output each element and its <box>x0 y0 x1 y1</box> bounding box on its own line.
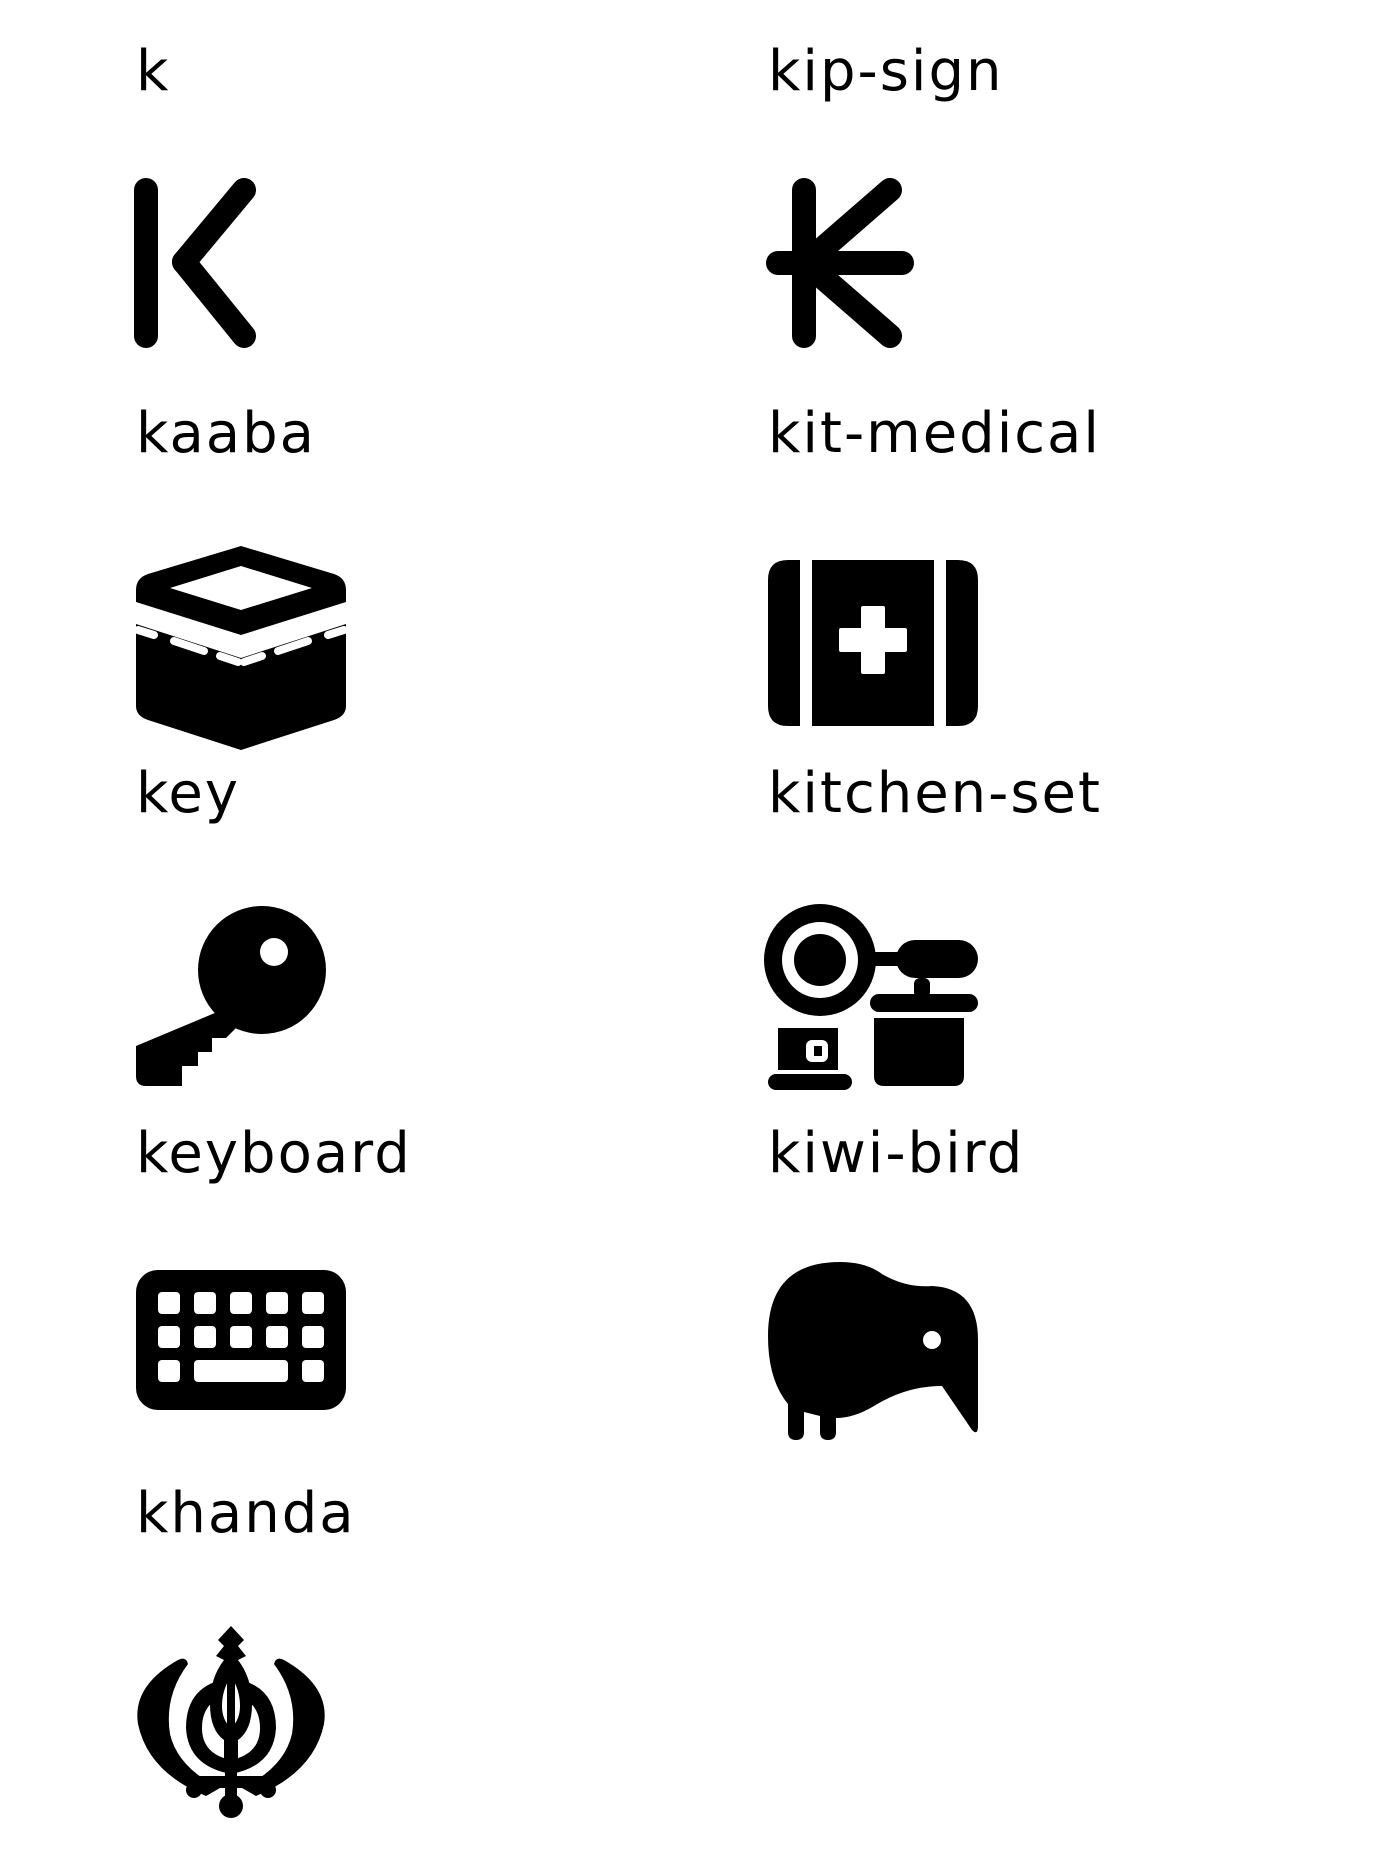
keyboard-icon <box>134 1260 354 1460</box>
icon-cell-kaaba: kaaba <box>134 362 694 750</box>
icon-cell-kit-medical: kit-medical <box>766 362 1326 726</box>
icon-cell-k: k <box>134 0 694 360</box>
icon-label: kiwi-bird <box>768 1121 1025 1186</box>
k-icon <box>134 178 354 378</box>
kaaba-icon <box>134 540 354 750</box>
kiwi-bird-icon <box>766 1260 986 1460</box>
icon-cell-kip-sign: kip-sign <box>766 0 1326 360</box>
icon-cell-keyboard: keyboard <box>134 1082 694 1442</box>
khanda-icon <box>134 1620 354 1820</box>
icon-label: kaaba <box>136 401 316 466</box>
icon-label: keyboard <box>136 1121 412 1186</box>
icon-label: key <box>136 761 241 826</box>
icon-label: khanda <box>136 1481 356 1546</box>
kip-sign-icon <box>766 178 986 378</box>
kit-medical-icon <box>766 540 986 740</box>
key-icon <box>134 900 354 1100</box>
icon-cell-kitchen-set: kitchen-set <box>764 722 1326 1090</box>
icon-label: kip-sign <box>768 39 1004 104</box>
kitchen-set-icon <box>764 900 986 1100</box>
icon-label: kit-medical <box>768 401 1101 466</box>
icon-label: k <box>136 39 171 104</box>
icon-cell-kiwi-bird: kiwi-bird <box>766 1082 1326 1442</box>
icon-cell-khanda: khanda <box>134 1442 694 1818</box>
icon-label: kitchen-set <box>768 761 1102 826</box>
icon-cell-key: key <box>134 722 694 1086</box>
